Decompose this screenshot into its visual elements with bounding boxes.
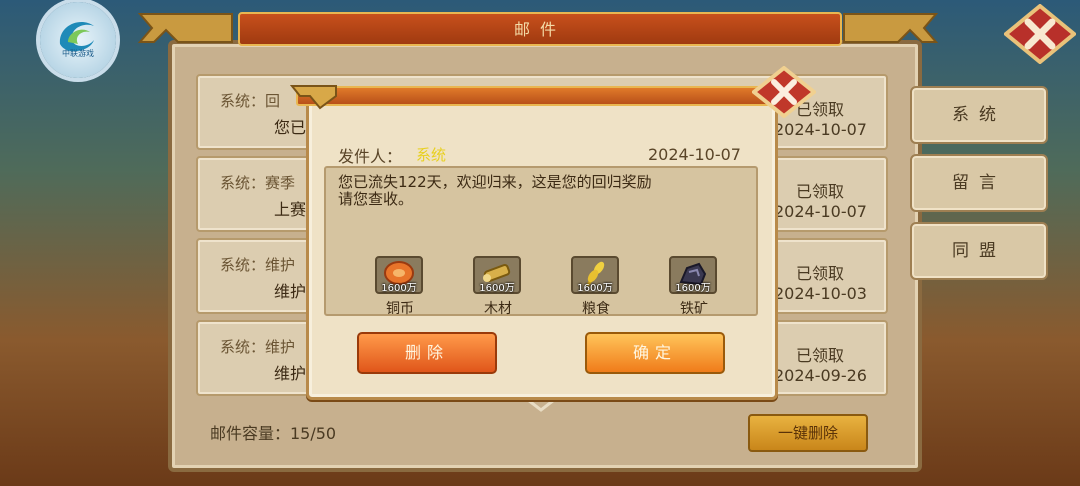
dialog-left-ornament-icon bbox=[290, 85, 337, 110]
mail-sender: 系统：维护 bbox=[220, 338, 296, 356]
mail-subject: 维护 bbox=[274, 364, 307, 383]
reward-amount: 1600万 bbox=[577, 283, 613, 294]
mail-status: 已领取 bbox=[796, 182, 845, 201]
mail-date: 2024-10-07 bbox=[648, 145, 741, 164]
mail-sender: 系统：回 bbox=[220, 92, 281, 110]
reward-name: 铜币 bbox=[386, 301, 414, 317]
confirm-button[interactable]: 确定 bbox=[585, 332, 725, 374]
reward-name: 木材 bbox=[484, 301, 512, 317]
window-title: 邮件 bbox=[513, 20, 566, 39]
tab-messages[interactable]: 留言 bbox=[910, 154, 1048, 212]
sender-name: 系统 bbox=[416, 146, 447, 164]
tab-system[interactable]: 系统 bbox=[910, 86, 1048, 144]
reward-item: 1600万 铁矿 bbox=[669, 256, 719, 318]
reward-amount: 1600万 bbox=[675, 283, 711, 294]
mail-sender: 系统：维护 bbox=[220, 256, 296, 274]
message-text: 请您查收。 bbox=[338, 190, 414, 208]
chevron-down-icon bbox=[527, 398, 555, 412]
mail-status: 已领取 bbox=[796, 264, 845, 283]
mail-status: 已领取 bbox=[796, 346, 845, 365]
reward-name: 粮食 bbox=[582, 301, 610, 317]
mail-capacity: 邮件容量：15/50 bbox=[210, 424, 337, 443]
reward-icon-box: 1600万 bbox=[375, 256, 423, 294]
reward-item: 1600万 铜币 bbox=[375, 256, 425, 318]
mail-subject: 上赛 bbox=[274, 200, 307, 219]
reward-icon-box: 1600万 bbox=[473, 256, 521, 294]
reward-icon-box: 1600万 bbox=[571, 256, 619, 294]
mail-subject: 维护 bbox=[274, 282, 307, 301]
reward-icon-box: 1600万 bbox=[669, 256, 717, 294]
mail-date: 2024-09-26 bbox=[774, 366, 867, 385]
title-left-ornament-icon bbox=[138, 13, 233, 43]
mail-date: 2024-10-07 bbox=[774, 120, 867, 139]
mail-sender: 系统：赛季 bbox=[220, 174, 296, 192]
mail-date: 2024-10-03 bbox=[774, 284, 867, 303]
sender-label: 发件人： bbox=[338, 147, 403, 166]
dialog-close-button[interactable] bbox=[752, 66, 816, 118]
title-right-ornament-icon bbox=[843, 13, 938, 43]
reward-item: 1600万 木材 bbox=[473, 256, 523, 318]
mail-subject: 您已 bbox=[274, 118, 307, 137]
mail-date: 2024-10-07 bbox=[774, 202, 867, 221]
reward-name: 铁矿 bbox=[680, 301, 708, 317]
tab-alliance[interactable]: 同盟 bbox=[910, 222, 1048, 280]
reward-amount: 1600万 bbox=[381, 283, 417, 294]
delete-all-button[interactable]: 一键删除 bbox=[748, 414, 868, 452]
dialog-header-bar bbox=[296, 86, 770, 106]
logo-text: 中联游戏 bbox=[62, 49, 94, 58]
app-logo[interactable]: 中联游戏 bbox=[40, 2, 116, 78]
main-close-button[interactable] bbox=[1004, 4, 1076, 64]
delete-button[interactable]: 删除 bbox=[357, 332, 497, 374]
reward-item: 1600万 粮食 bbox=[571, 256, 621, 318]
reward-amount: 1600万 bbox=[479, 283, 515, 294]
